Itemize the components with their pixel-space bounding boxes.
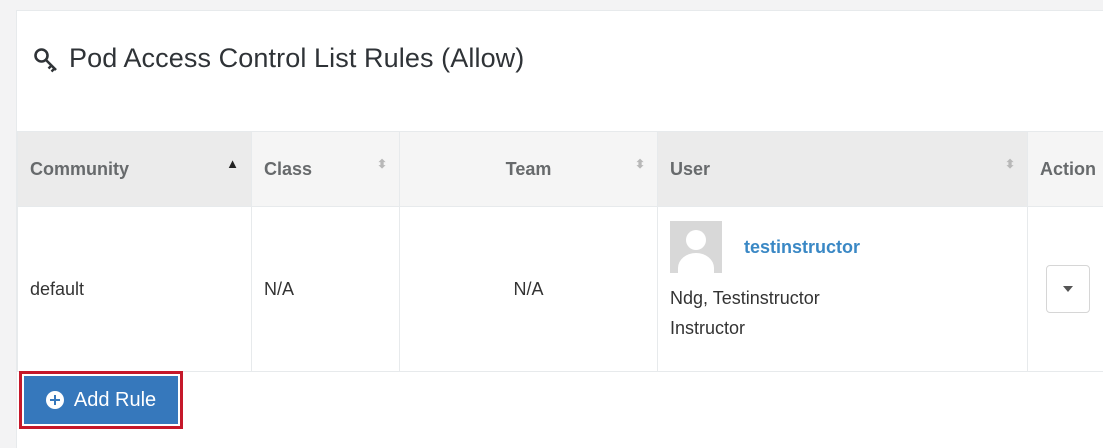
user-role: Instructor [670, 313, 1015, 343]
column-label: Team [506, 159, 552, 179]
caret-down-icon [1063, 286, 1073, 292]
sort-icon[interactable]: ⬍ [1005, 158, 1015, 170]
sort-icon[interactable]: ⬍ [635, 158, 645, 170]
column-label: Community [30, 159, 129, 179]
column-header-team[interactable]: Team ⬍ [400, 132, 658, 207]
cell-class: N/A [252, 207, 400, 372]
cell-community: default [18, 207, 252, 372]
table-row: default N/A N/A testinstructor Ndg, Test… [18, 207, 1103, 372]
column-header-community[interactable]: Community ▲ [18, 132, 252, 207]
default-avatar-icon [670, 221, 722, 273]
key-icon [33, 47, 59, 73]
column-label: Action [1040, 159, 1096, 179]
sort-icon[interactable]: ⬍ [377, 158, 387, 170]
page-title: Pod Access Control List Rules (Allow) [69, 43, 524, 74]
cell-user: testinstructor Ndg, Testinstructor Instr… [658, 207, 1028, 372]
cell-action [1028, 207, 1103, 372]
user-full-name: Ndg, Testinstructor [670, 283, 1015, 313]
column-label: Class [264, 159, 312, 179]
add-rule-button[interactable]: Add Rule [24, 376, 178, 424]
panel-header: Pod Access Control List Rules (Allow) [17, 11, 1103, 131]
add-rule-label: Add Rule [74, 389, 156, 412]
user-header: testinstructor [670, 221, 1015, 273]
sort-ascending-icon[interactable]: ▲ [226, 158, 239, 170]
column-header-action[interactable]: Action [1028, 132, 1103, 207]
plus-circle-icon [46, 391, 64, 409]
username-link[interactable]: testinstructor [744, 237, 860, 258]
action-dropdown-button[interactable] [1046, 265, 1090, 313]
column-header-user[interactable]: User ⬍ [658, 132, 1028, 207]
table-header-row: Community ▲ Class ⬍ Team ⬍ User ⬍ Action [18, 132, 1103, 207]
cell-team: N/A [400, 207, 658, 372]
column-label: User [670, 159, 710, 179]
add-rule-highlight: Add Rule [19, 371, 183, 429]
column-header-class[interactable]: Class ⬍ [252, 132, 400, 207]
acl-rules-table: Community ▲ Class ⬍ Team ⬍ User ⬍ Action [17, 131, 1103, 372]
